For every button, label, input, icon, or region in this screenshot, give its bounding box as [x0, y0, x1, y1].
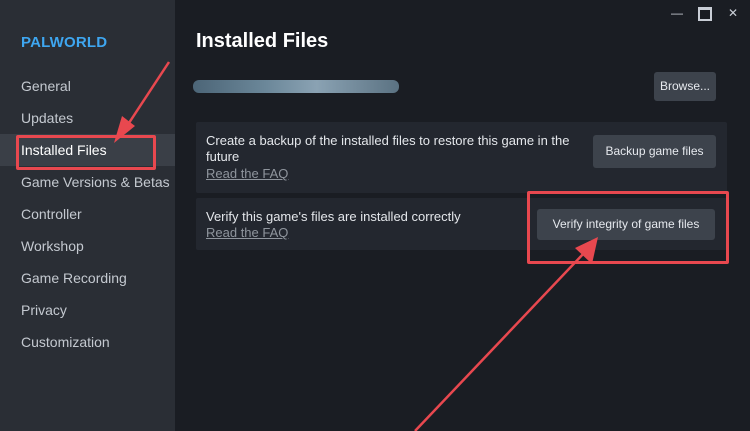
minimize-icon[interactable]: —: [670, 6, 684, 20]
highlight-box-verify-button: [527, 191, 729, 264]
verify-description: Verify this game's files are installed c…: [206, 209, 461, 224]
sidebar-item-updates[interactable]: Updates: [0, 102, 175, 134]
maximize-icon[interactable]: [698, 7, 712, 21]
highlight-box-installed-files: [16, 135, 156, 170]
game-title: PALWORLD: [21, 34, 108, 51]
verify-faq-link[interactable]: Read the FAQ: [206, 225, 288, 240]
sidebar-item-privacy[interactable]: Privacy: [0, 294, 175, 326]
sidebar-item-game-versions-betas[interactable]: Game Versions & Betas: [0, 166, 175, 198]
sidebar-item-general[interactable]: General: [0, 70, 175, 102]
sidebar-item-game-recording[interactable]: Game Recording: [0, 262, 175, 294]
sidebar-nav: General Updates Installed Files Game Ver…: [0, 70, 175, 358]
window-controls: — ✕: [670, 6, 740, 21]
sidebar-item-customization[interactable]: Customization: [0, 326, 175, 358]
sidebar: PALWORLD General Updates Installed Files…: [0, 0, 175, 431]
install-path-field: [193, 80, 399, 93]
backup-faq-link[interactable]: Read the FAQ: [206, 166, 288, 181]
sidebar-item-workshop[interactable]: Workshop: [0, 230, 175, 262]
sidebar-item-controller[interactable]: Controller: [0, 198, 175, 230]
page-title: Installed Files: [196, 30, 329, 52]
browse-button[interactable]: Browse...: [654, 72, 716, 101]
backup-game-files-button[interactable]: Backup game files: [593, 135, 716, 168]
close-icon[interactable]: ✕: [726, 6, 740, 20]
backup-description: Create a backup of the installed files t…: [206, 133, 570, 164]
